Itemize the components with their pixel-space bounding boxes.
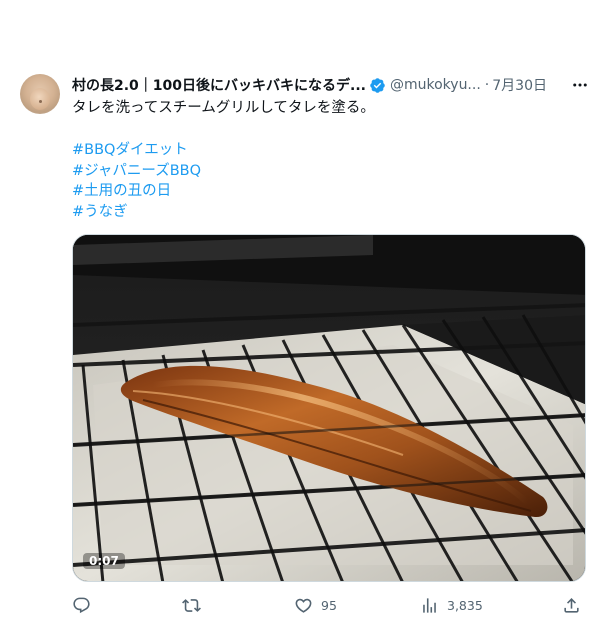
analytics-icon bbox=[423, 597, 436, 613]
action-bar: 95 3,835 bbox=[72, 594, 592, 616]
author-name[interactable]: 村の長2.0｜100日後にバッキバキになるデ... bbox=[72, 75, 366, 95]
video-player[interactable]: 0:07 bbox=[72, 234, 586, 582]
share-button[interactable] bbox=[562, 594, 581, 616]
hashtag-link[interactable]: #BBQダイエット bbox=[72, 140, 592, 161]
views-button[interactable]: 3,835 bbox=[420, 594, 483, 616]
avatar-detail bbox=[39, 100, 42, 103]
video-timestamp: 0:07 bbox=[83, 553, 125, 569]
heart-icon bbox=[295, 598, 312, 613]
tweet-date[interactable]: 7月30日 bbox=[492, 75, 547, 95]
avatar-figure bbox=[30, 88, 50, 110]
hashtag-link[interactable]: #うなぎ bbox=[72, 202, 592, 223]
separator-dot: · bbox=[484, 77, 490, 93]
hashtag-list: #BBQダイエット #ジャパニーズBBQ #土用の丑の日 #うなぎ bbox=[72, 140, 592, 222]
reply-button[interactable] bbox=[72, 594, 99, 616]
avatar[interactable] bbox=[20, 74, 60, 114]
tweet-text: タレを洗ってスチームグリルしてタレを塗る。 bbox=[72, 100, 375, 116]
like-button[interactable]: 95 bbox=[294, 594, 337, 616]
reply-icon bbox=[73, 597, 90, 613]
verified-badge-icon[interactable] bbox=[369, 77, 386, 94]
tweet-card[interactable]: 村の長2.0｜100日後にバッキバキになるデ... @mukokyu... · … bbox=[0, 0, 605, 637]
like-count: 95 bbox=[321, 597, 337, 613]
more-options-icon[interactable] bbox=[568, 75, 592, 95]
video-frame-grilled-eel bbox=[73, 235, 585, 581]
tweet-header: 村の長2.0｜100日後にバッキバキになるデ... @mukokyu... · … bbox=[72, 75, 592, 95]
hashtag-link[interactable]: #土用の丑の日 bbox=[72, 181, 592, 202]
retweet-icon bbox=[182, 598, 201, 612]
share-icon bbox=[564, 597, 579, 613]
views-count: 3,835 bbox=[447, 597, 483, 613]
retweet-button[interactable] bbox=[182, 594, 209, 616]
author-handle[interactable]: @mukokyu... bbox=[390, 77, 481, 93]
hashtag-link[interactable]: #ジャパニーズBBQ bbox=[72, 161, 592, 182]
